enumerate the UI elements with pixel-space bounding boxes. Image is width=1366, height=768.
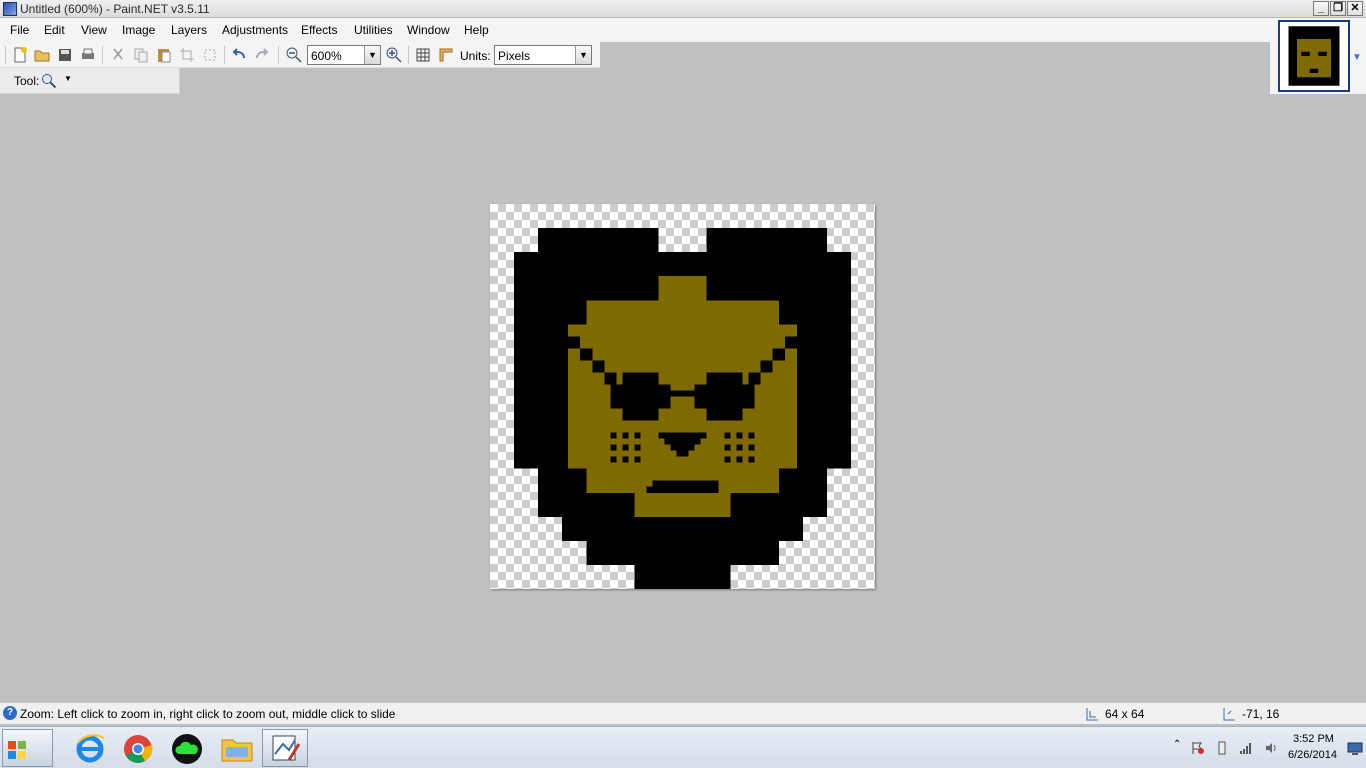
taskbar-internet-explorer[interactable] (66, 729, 112, 767)
show-hidden-icons-icon[interactable]: ⌃ (1173, 739, 1181, 750)
menu-edit[interactable]: Edit (44, 23, 65, 37)
print-icon[interactable] (79, 46, 97, 64)
zoom-out-icon[interactable] (285, 46, 303, 64)
minimize-button[interactable]: _ (1313, 1, 1329, 16)
cut-icon[interactable] (109, 46, 127, 64)
menu-file[interactable]: File (10, 23, 29, 37)
clock-time[interactable]: 3:52 PM (1293, 733, 1334, 745)
clock-date[interactable]: 6/26/2014 (1288, 749, 1337, 761)
taskbar-paint-net[interactable] (262, 729, 308, 767)
crop-to-selection-icon[interactable] (178, 46, 196, 64)
menu-bar: File Edit View Image Layers Adjustments … (0, 18, 1270, 42)
menu-view[interactable]: View (81, 23, 107, 37)
chrome-icon (124, 735, 153, 763)
taskbar-cloud-app[interactable] (163, 729, 209, 767)
menu-window[interactable]: Window (407, 23, 450, 37)
help-icon: ? (3, 706, 17, 720)
title-bar: Untitled (600%) - Paint.NET v3.5.11 _ ❐ … (0, 0, 1366, 18)
mouth (646, 480, 719, 493)
image-size-icon (1086, 708, 1098, 721)
paint-net-app-icon (3, 2, 17, 16)
window-title: Untitled (600%) - Paint.NET v3.5.11 (20, 2, 210, 16)
toolbar-separator (278, 46, 279, 64)
canvas-workspace[interactable] (0, 94, 1366, 702)
menu-adjustments[interactable]: Adjustments (222, 23, 288, 37)
close-button[interactable]: ✕ (1347, 1, 1363, 16)
image-canvas[interactable] (490, 204, 875, 589)
menu-effects[interactable]: Effects (301, 23, 337, 37)
units-label: Units: (460, 49, 491, 63)
zoom-in-icon[interactable] (385, 46, 403, 64)
redo-icon[interactable] (253, 46, 271, 64)
copy-icon[interactable] (132, 46, 150, 64)
volume-icon[interactable] (1264, 741, 1278, 755)
open-folder-icon[interactable] (33, 46, 51, 64)
image-thumbnail[interactable] (1278, 20, 1350, 92)
zoom-combo[interactable]: 600% ▼ (307, 45, 381, 65)
chevron-down-icon[interactable]: ▼ (64, 74, 72, 83)
image-size: 64 x 64 (1105, 707, 1145, 721)
restore-button[interactable]: ❐ (1330, 1, 1346, 16)
start-button[interactable] (2, 729, 53, 767)
toolbar-grip (5, 46, 6, 64)
action-center-flag-icon[interactable] (1191, 741, 1205, 755)
internet-explorer-icon (76, 734, 105, 763)
toolbar-separator (102, 46, 103, 64)
paste-icon[interactable] (155, 46, 173, 64)
pixel-art-face (514, 228, 851, 589)
folder-icon (221, 739, 253, 762)
save-icon[interactable] (56, 46, 74, 64)
toolbar-separator (224, 46, 225, 64)
magnifier-icon[interactable] (41, 73, 57, 89)
status-message: Zoom: Left click to zoom in, right click… (20, 707, 396, 721)
network-signal-icon[interactable] (1239, 741, 1253, 755)
rulers-icon[interactable] (437, 46, 455, 64)
status-bar: ? Zoom: Left click to zoom in, right cli… (0, 702, 1366, 724)
menu-help[interactable]: Help (464, 23, 489, 37)
scroll-down-icon[interactable]: ▼ (1352, 52, 1364, 64)
menu-layers[interactable]: Layers (171, 23, 207, 37)
thumbnail-face-icon (1288, 26, 1340, 86)
units-value: Pixels (498, 49, 531, 63)
toolbar: 600% ▼ Units: Pixels ▼ (0, 42, 600, 68)
menu-utilities[interactable]: Utilities (354, 23, 393, 37)
paint-net-icon (272, 735, 301, 761)
toolbar-separator (408, 46, 409, 64)
new-image-icon[interactable] (11, 46, 29, 64)
tool-label: Tool: (14, 74, 40, 88)
windows-logo-icon (8, 741, 26, 759)
taskbar-file-explorer[interactable] (213, 729, 259, 767)
chevron-down-icon[interactable]: ▼ (575, 46, 591, 64)
zoom-value: 600% (311, 49, 342, 63)
tool-options-bar: Tool: ▼ (0, 68, 180, 94)
cursor-position-icon (1223, 708, 1235, 721)
menu-image[interactable]: Image (122, 23, 155, 37)
battery-icon[interactable] (1215, 741, 1229, 755)
cursor-position: -71, 16 (1242, 707, 1280, 721)
cloud-app-icon (172, 734, 202, 764)
chevron-down-icon[interactable]: ▼ (364, 46, 380, 64)
show-desktop-icon[interactable] (1347, 740, 1363, 756)
taskbar: ⌃ 3:52 PM 6/26/2014 (0, 726, 1366, 768)
units-combo[interactable]: Pixels ▼ (494, 45, 592, 65)
undo-icon[interactable] (230, 46, 248, 64)
deselect-icon[interactable] (201, 46, 219, 64)
grid-icon[interactable] (414, 46, 432, 64)
taskbar-chrome[interactable] (114, 729, 160, 767)
